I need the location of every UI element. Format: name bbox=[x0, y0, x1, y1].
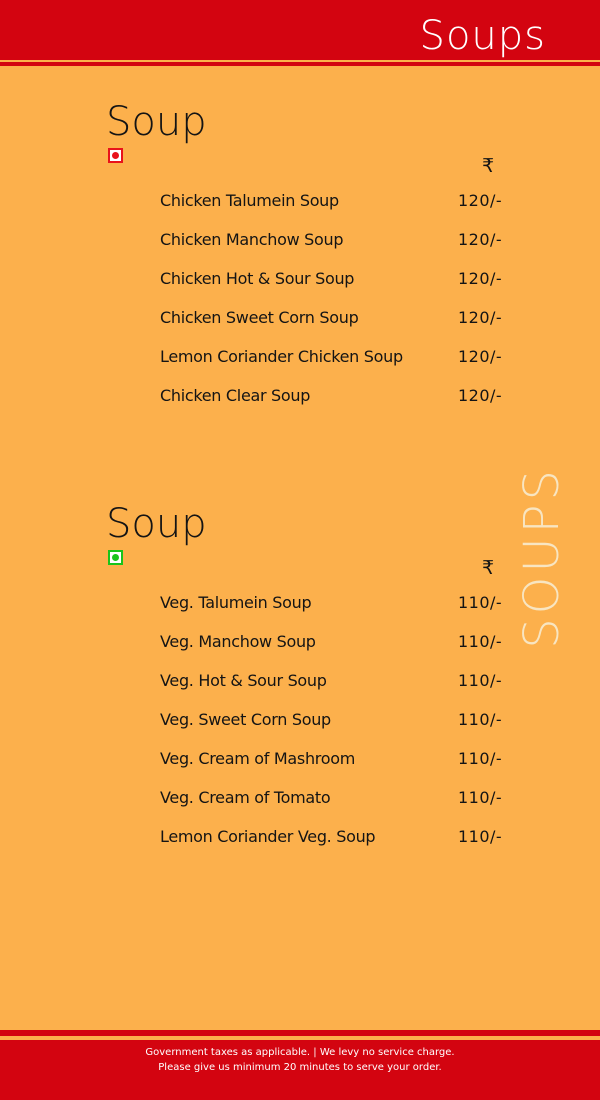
footer-divider bbox=[0, 1030, 600, 1036]
menu-item: Veg. Sweet Corn Soup 110/- bbox=[0, 709, 600, 739]
currency-symbol: ₹ bbox=[481, 155, 495, 177]
menu-item: Lemon Coriander Chicken Soup 120/- bbox=[0, 346, 600, 376]
footer-note-taxes: Government taxes as applicable. | We lev… bbox=[145, 1047, 455, 1058]
item-price: 110/- bbox=[458, 671, 503, 690]
menu-item: Chicken Sweet Corn Soup 120/- bbox=[0, 307, 600, 337]
menu-item: Veg. Cream of Tomato 110/- bbox=[0, 787, 600, 817]
menu-item: Lemon Coriander Veg. Soup 110/- bbox=[0, 826, 600, 856]
section-title: Soup bbox=[106, 501, 207, 547]
menu-item: Chicken Talumein Soup 120/- bbox=[0, 190, 600, 220]
item-name: Chicken Talumein Soup bbox=[160, 191, 339, 210]
currency-symbol: ₹ bbox=[481, 557, 495, 579]
item-name: Veg. Sweet Corn Soup bbox=[160, 710, 331, 729]
item-price: 110/- bbox=[458, 632, 503, 651]
item-name: Chicken Manchow Soup bbox=[160, 230, 344, 249]
menu-item: Chicken Manchow Soup 120/- bbox=[0, 229, 600, 259]
item-price: 110/- bbox=[458, 710, 503, 729]
item-price: 110/- bbox=[458, 593, 503, 612]
item-price: 120/- bbox=[458, 308, 503, 327]
menu-item: Veg. Cream of Mashroom 110/- bbox=[0, 748, 600, 778]
item-name: Lemon Coriander Chicken Soup bbox=[160, 347, 403, 366]
header-bar: Soups bbox=[0, 0, 600, 60]
item-price: 120/- bbox=[458, 230, 503, 249]
item-name: Chicken Sweet Corn Soup bbox=[160, 308, 359, 327]
item-name: Veg. Hot & Sour Soup bbox=[160, 671, 327, 690]
menu-item: Chicken Hot & Sour Soup 120/- bbox=[0, 268, 600, 298]
veg-mark-icon bbox=[108, 550, 123, 565]
header-divider bbox=[0, 62, 600, 66]
item-price: 110/- bbox=[458, 749, 503, 768]
page-title: Soups bbox=[419, 13, 546, 59]
section-title: Soup bbox=[106, 99, 207, 145]
item-price: 120/- bbox=[458, 191, 503, 210]
item-name: Veg. Cream of Mashroom bbox=[160, 749, 355, 768]
item-name: Lemon Coriander Veg. Soup bbox=[160, 827, 376, 846]
item-price: 120/- bbox=[458, 269, 503, 288]
footer-bar: Government taxes as applicable. | We lev… bbox=[0, 1040, 600, 1100]
item-name: Chicken Clear Soup bbox=[160, 386, 311, 405]
item-price: 120/- bbox=[458, 347, 503, 366]
item-price: 110/- bbox=[458, 788, 503, 807]
menu-item: Chicken Clear Soup 120/- bbox=[0, 385, 600, 415]
menu-item: Veg. Manchow Soup 110/- bbox=[0, 631, 600, 661]
item-name: Veg. Talumein Soup bbox=[160, 593, 312, 612]
footer-note-wait-time: Please give us minimum 20 minutes to ser… bbox=[158, 1062, 442, 1073]
item-name: Veg. Manchow Soup bbox=[160, 632, 316, 651]
non-veg-dot-icon bbox=[112, 152, 119, 159]
item-price: 120/- bbox=[458, 386, 503, 405]
item-price: 110/- bbox=[458, 827, 503, 846]
menu-item: Veg. Hot & Sour Soup 110/- bbox=[0, 670, 600, 700]
veg-dot-icon bbox=[112, 554, 119, 561]
item-name: Chicken Hot & Sour Soup bbox=[160, 269, 355, 288]
menu-item: Veg. Talumein Soup 110/- bbox=[0, 592, 600, 622]
non-veg-mark-icon bbox=[108, 148, 123, 163]
item-name: Veg. Cream of Tomato bbox=[160, 788, 331, 807]
